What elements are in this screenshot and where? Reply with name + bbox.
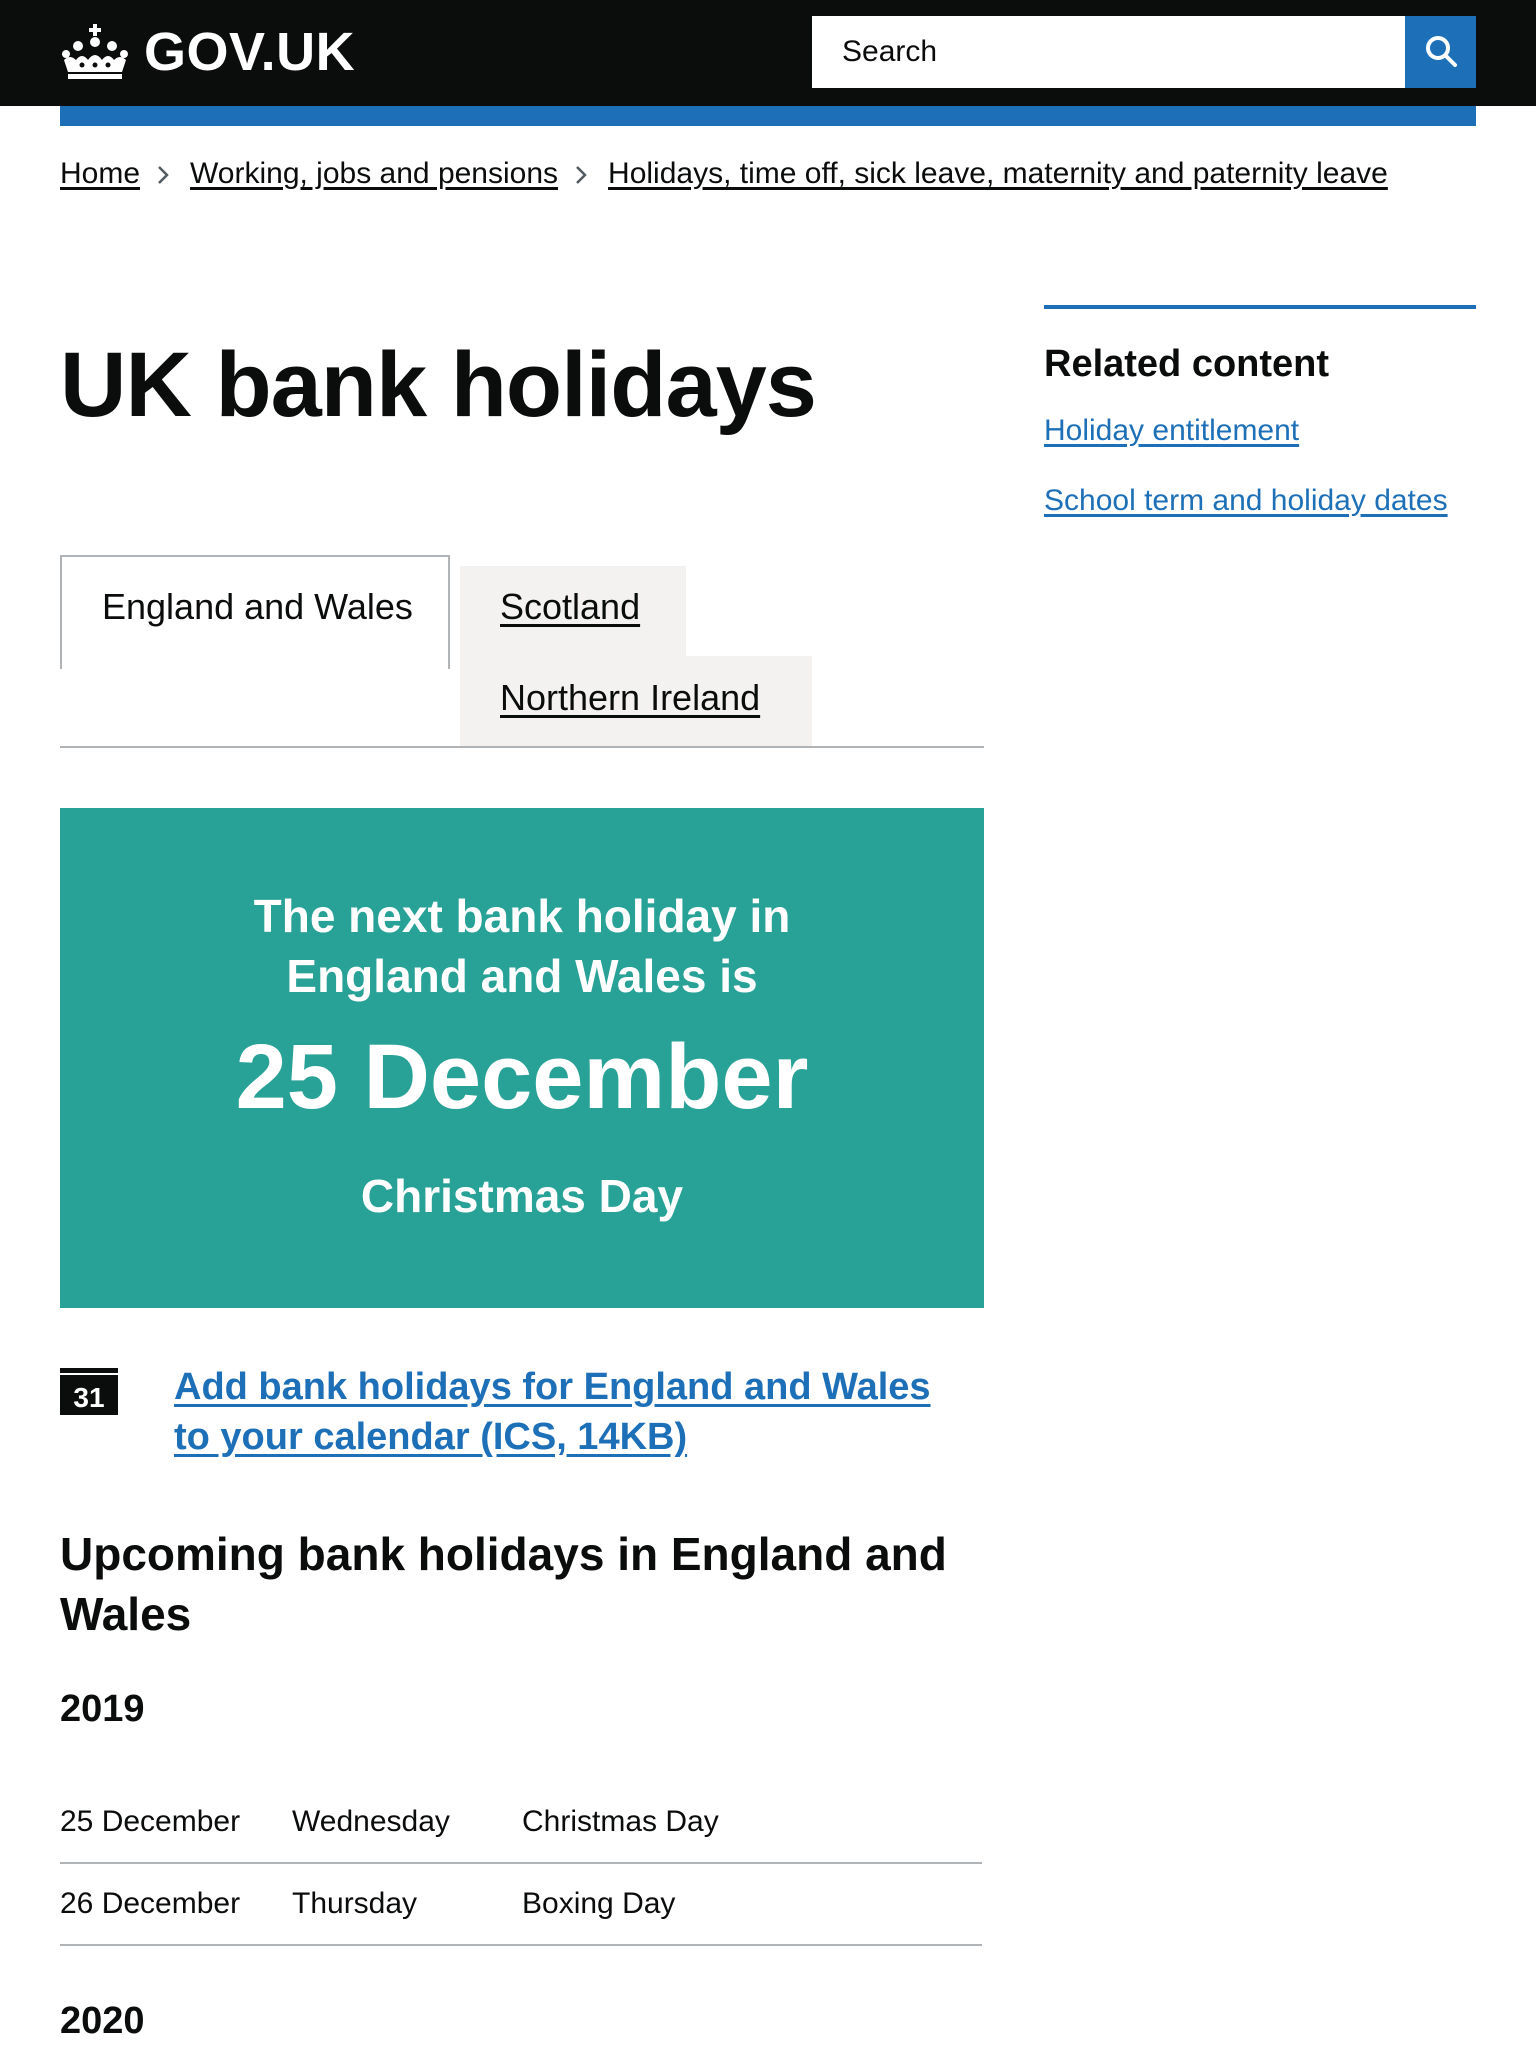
- panel-intro: The next bank holiday in England and Wal…: [253, 890, 791, 1002]
- holiday-date: 26 December: [60, 1887, 241, 1920]
- related-link-holiday-entitlement[interactable]: Holiday entitlement: [1044, 414, 1299, 447]
- calendar-icon-number: 31: [73, 1382, 104, 1413]
- tab-northern-ireland-link[interactable]: Northern Ireland: [500, 677, 760, 718]
- table-row: 26 December Thursday Boxing Day: [60, 1864, 982, 1946]
- panel-holiday-name: Christmas Day: [360, 1170, 684, 1222]
- table-row: 25 December Wednesday Christmas Day: [60, 1782, 982, 1864]
- related-heading: Related content: [1044, 343, 1330, 385]
- add-to-calendar-link[interactable]: Add bank holidays for England and Wales …: [174, 1366, 931, 1458]
- crown-icon: [60, 24, 130, 80]
- holidays-table-2019: 25 December Wednesday Christmas Day 26 D…: [60, 1782, 982, 1946]
- year-heading-2020: 2020: [60, 2000, 145, 2042]
- breadcrumb-working-jobs-pensions[interactable]: Working, jobs and pensions: [190, 152, 558, 196]
- calendar-icon: 31: [60, 1368, 118, 1415]
- chevron-right-icon: [558, 152, 608, 196]
- logo-text: GOV.UK: [144, 22, 356, 82]
- breadcrumb: Home Working, jobs and pensions Holidays…: [60, 152, 1388, 196]
- header-blue-bar: [60, 106, 1476, 126]
- list-item: Holiday entitlement: [1044, 411, 1476, 451]
- holiday-name: Christmas Day: [522, 1805, 719, 1838]
- tab-england-and-wales[interactable]: England and Wales: [60, 555, 450, 669]
- search-form: [812, 16, 1476, 88]
- list-item: School term and holiday dates: [1044, 481, 1476, 521]
- site-header: GOV.UK: [0, 0, 1536, 106]
- govuk-logo-link[interactable]: GOV.UK: [60, 22, 355, 82]
- upcoming-heading: Upcoming bank holidays in England and Wa…: [60, 1528, 947, 1640]
- related-links: Holiday entitlement School term and holi…: [1044, 411, 1476, 521]
- related-content: Related content Holiday entitlement Scho…: [1044, 305, 1476, 551]
- year-heading-2019: 2019: [60, 1688, 145, 1730]
- tab-label: England and Wales: [102, 586, 413, 627]
- page-title: UK bank holidays: [60, 334, 817, 436]
- holiday-date: 25 December: [60, 1805, 241, 1838]
- related-link-school-term-dates[interactable]: School term and holiday dates: [1044, 484, 1448, 517]
- calendar-download: Add bank holidays for England and Wales …: [174, 1362, 934, 1462]
- breadcrumb-holidays-time-off[interactable]: Holidays, time off, sick leave, maternit…: [608, 152, 1388, 196]
- tabs-divider: [60, 746, 984, 748]
- holiday-name: Boxing Day: [522, 1887, 676, 1920]
- chevron-right-icon: [140, 152, 190, 196]
- panel-date: 25 December: [235, 1026, 809, 1128]
- search-icon: [1424, 34, 1458, 71]
- breadcrumb-home[interactable]: Home: [60, 152, 140, 196]
- tab-scotland-link[interactable]: Scotland: [500, 586, 640, 627]
- search-button[interactable]: [1405, 16, 1476, 88]
- tab-northern-ireland: Northern Ireland: [460, 656, 812, 746]
- search-input[interactable]: [812, 16, 1405, 88]
- holiday-day: Thursday: [292, 1887, 418, 1920]
- holiday-day: Wednesday: [292, 1805, 450, 1838]
- tab-scotland: Scotland: [460, 566, 686, 656]
- next-holiday-panel: The next bank holiday in England and Wal…: [60, 808, 984, 1308]
